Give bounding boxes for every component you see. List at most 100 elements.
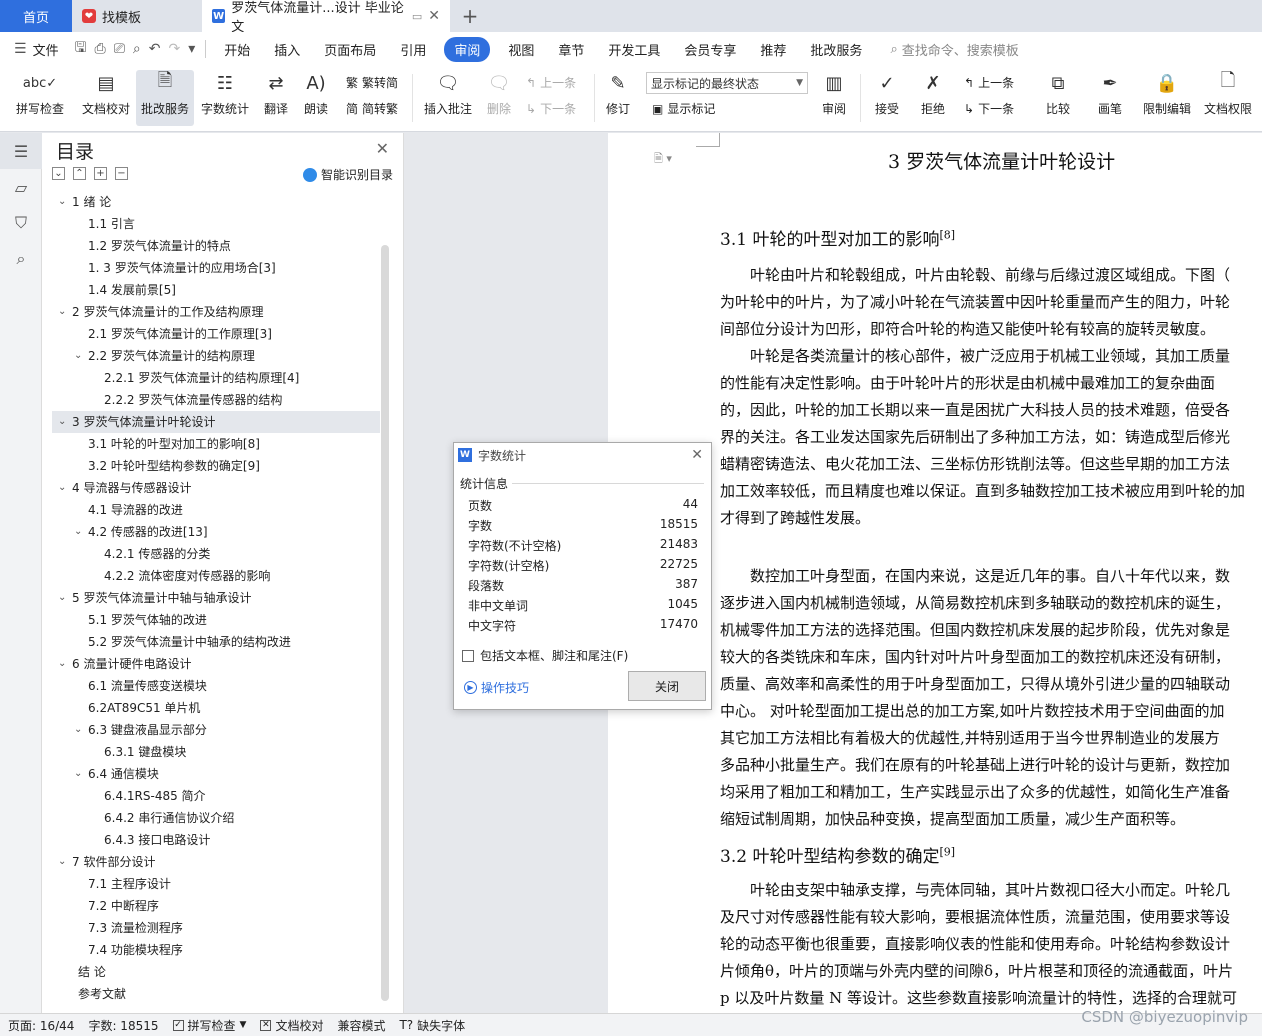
redo-icon[interactable]: ↷: [165, 41, 185, 57]
prev-change-button[interactable]: ↰ 上一条: [964, 74, 1014, 91]
prev-comment-button[interactable]: ↰ 上一条: [526, 74, 576, 91]
toc-item[interactable]: 6.4.2 串行通信协议介绍: [52, 807, 380, 829]
toc-item[interactable]: ⌄ 1 绪 论: [52, 191, 380, 213]
menu-start[interactable]: 开始: [212, 40, 262, 59]
menu-view[interactable]: 视图: [496, 40, 546, 59]
menu-chapter[interactable]: 章节: [546, 40, 596, 59]
spell-check-toggle[interactable]: ✓ 拼写检查 ▼: [172, 1017, 246, 1034]
tips-link[interactable]: ▶ 操作技巧: [464, 679, 529, 696]
read-aloud-button[interactable]: A) 朗读: [298, 70, 334, 126]
chevron-down-icon[interactable]: ⌄: [58, 851, 66, 873]
toc-item[interactable]: ⌄ 2 罗茨气体流量计的工作及结构原理: [52, 301, 380, 323]
menu-file[interactable]: 文件: [31, 40, 71, 59]
menu-insert[interactable]: 插入: [262, 40, 312, 59]
toc-item[interactable]: 参考文献: [52, 983, 380, 1005]
delete-comment-button[interactable]: 🗨 删除: [480, 70, 518, 126]
toc-item[interactable]: 7.4 功能模块程序: [52, 939, 380, 961]
chevron-down-icon[interactable]: ⌄: [74, 521, 82, 543]
add-item-icon[interactable]: +: [94, 167, 107, 180]
show-markup-button[interactable]: ▣ 显示标记: [652, 100, 715, 117]
close-icon[interactable]: ✕: [428, 8, 440, 24]
bookmark-icon[interactable]: ⛉: [0, 205, 42, 241]
chevron-down-icon[interactable]: ⌄: [74, 345, 82, 367]
save-icon[interactable]: 🖫: [71, 37, 91, 61]
toc-item[interactable]: 4.1 导流器的改进: [52, 499, 380, 521]
tab-templates[interactable]: ❤ 找模板: [72, 0, 202, 32]
toc-item[interactable]: 结 论: [52, 961, 380, 983]
paragraph-menu-icon[interactable]: 🗎 ▾: [654, 150, 672, 169]
revise-service-button[interactable]: 🗎 批改服务: [136, 70, 194, 126]
next-change-button[interactable]: ↳ 下一条: [964, 100, 1014, 117]
hamburger-icon[interactable]: ☰: [10, 41, 31, 57]
toc-item[interactable]: 2.2.2 罗茨气体流量传感器的结构: [52, 389, 380, 411]
toc-item[interactable]: 5.2 罗茨气体流量计中轴承的结构改进: [52, 631, 380, 653]
page-indicator[interactable]: 页面: 16/44: [8, 1017, 74, 1034]
chevron-down-icon[interactable]: ⌄: [74, 719, 82, 741]
toc-item[interactable]: 6.1 流量传感变送模块: [52, 675, 380, 697]
chapter-nav-icon[interactable]: ▱: [0, 169, 42, 205]
toc-item[interactable]: 6.3.1 键盘模块: [52, 741, 380, 763]
menu-recommend[interactable]: 推荐: [748, 40, 798, 59]
menu-reference[interactable]: 引用: [388, 40, 438, 59]
toc-item[interactable]: ⌄ 4.2 传感器的改进[13]: [52, 521, 380, 543]
translate-button[interactable]: ⇄ 翻译: [256, 70, 296, 126]
print-icon[interactable]: ⎚: [110, 41, 129, 57]
chevron-down-icon[interactable]: ⌄: [58, 587, 66, 609]
close-icon[interactable]: ✕: [376, 139, 389, 158]
menu-review[interactable]: 审阅: [444, 36, 491, 62]
proofread-button[interactable]: ▤ 文档校对: [78, 70, 134, 126]
pen-button[interactable]: ✒ 画笔: [1092, 70, 1128, 126]
chevron-down-icon[interactable]: ⌄: [58, 191, 66, 213]
trad-to-simp-button[interactable]: 繁繁转简: [346, 74, 398, 91]
menu-devtools[interactable]: 开发工具: [596, 40, 672, 59]
toc-item[interactable]: 6.4.3 接口电路设计: [52, 829, 380, 851]
menu-layout[interactable]: 页面布局: [312, 40, 388, 59]
proofread-toggle[interactable]: ✕ 文档校对: [260, 1017, 323, 1034]
toc-item[interactable]: 6.4.1RS-485 简介: [52, 785, 380, 807]
toc-item[interactable]: 4.2.2 流体密度对传感器的影响: [52, 565, 380, 587]
toc-item[interactable]: 7.2 中断程序: [52, 895, 380, 917]
more-icon[interactable]: ▾: [184, 41, 199, 57]
chevron-down-icon[interactable]: ⌄: [58, 301, 66, 323]
tab-document[interactable]: W 罗茨气体流量计...设计 毕业论文 ▭ ✕: [202, 0, 450, 35]
toc-item[interactable]: 1.2 罗茨气体流量计的特点: [52, 235, 380, 257]
restrict-edit-button[interactable]: 🔒 限制编辑: [1140, 70, 1194, 126]
toc-item[interactable]: ⌄ 7 软件部分设计: [52, 851, 380, 873]
compare-button[interactable]: ⧉ 比较: [1038, 70, 1078, 126]
markup-state-select[interactable]: 显示标记的最终状态 ▼: [646, 72, 808, 94]
close-icon[interactable]: ✕: [691, 447, 703, 463]
include-textbox-checkbox[interactable]: 包括文本框、脚注和尾注(F): [462, 647, 628, 664]
toc-item[interactable]: 1.4 发展前景[5]: [52, 279, 380, 301]
chevron-down-icon[interactable]: ⌄: [58, 477, 66, 499]
chevron-down-icon[interactable]: ⌄: [58, 653, 66, 675]
toc-item[interactable]: 2.2.1 罗茨气体流量计的结构原理[4]: [52, 367, 380, 389]
next-comment-button[interactable]: ↳ 下一条: [526, 100, 576, 117]
toc-item[interactable]: ⌄ 6 流量计硬件电路设计: [52, 653, 380, 675]
toc-item[interactable]: 6.2AT89C51 单片机: [52, 697, 380, 719]
toc-scrollbar[interactable]: [381, 245, 389, 1001]
track-changes-button[interactable]: ✎ 修订: [600, 70, 636, 126]
smart-toc-button[interactable]: 智能识别目录: [302, 166, 393, 183]
menu-member[interactable]: 会员专享: [672, 40, 748, 59]
simp-to-trad-button[interactable]: 简简转繁: [346, 100, 398, 117]
toc-item[interactable]: ⌄ 2.2 罗茨气体流量计的结构原理: [52, 345, 380, 367]
collapse-all-icon[interactable]: ⌃: [73, 167, 86, 180]
export-icon[interactable]: ⎙: [91, 41, 110, 57]
toc-item[interactable]: 7.1 主程序设计: [52, 873, 380, 895]
toc-item[interactable]: ⌄ 5 罗茨气体流量计中轴与轴承设计: [52, 587, 380, 609]
remove-item-icon[interactable]: −: [115, 167, 128, 180]
spell-check-button[interactable]: abc✓ 拼写检查: [10, 70, 70, 126]
tab-home[interactable]: 首页: [0, 0, 72, 32]
expand-all-icon[interactable]: ⌄: [52, 167, 65, 180]
missing-font-button[interactable]: T? 缺失字体: [399, 1017, 465, 1034]
undo-icon[interactable]: ↶: [145, 41, 165, 57]
toc-item[interactable]: 4.2.1 传感器的分类: [52, 543, 380, 565]
toc-item[interactable]: 5.1 罗茨气体轴的改进: [52, 609, 380, 631]
toc-item[interactable]: ⌄ 3 罗茨气体流量计叶轮设计: [52, 411, 380, 433]
review-pane-button[interactable]: ▥ 审阅: [816, 70, 852, 126]
doc-permission-button[interactable]: 🗋 文档权限: [1200, 70, 1256, 126]
toc-item[interactable]: 7.3 流量检测程序: [52, 917, 380, 939]
monitor-icon[interactable]: ▭: [412, 10, 422, 23]
command-search[interactable]: ⌕ 查找命令、搜索模板: [890, 40, 1018, 59]
close-button[interactable]: 关闭: [628, 671, 706, 701]
